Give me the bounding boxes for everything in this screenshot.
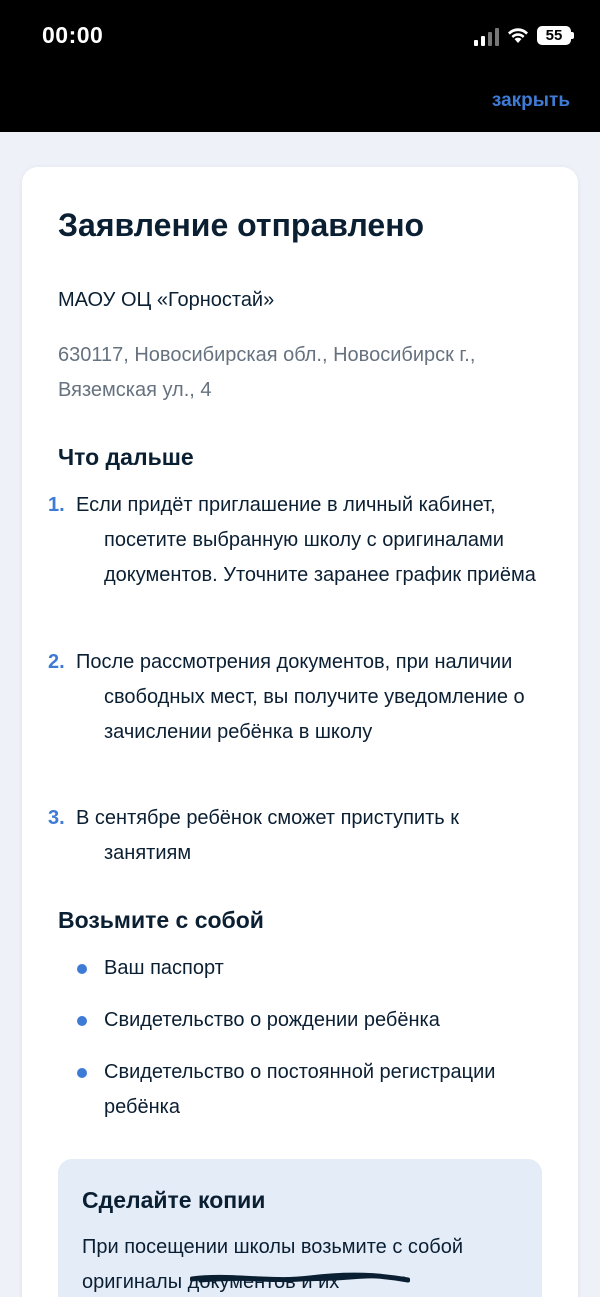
step-number: 1. — [48, 494, 65, 516]
bring-item-text: Свидетельство о постоянной регистрации р… — [104, 1061, 496, 1118]
close-button[interactable]: закрыть — [492, 90, 570, 112]
redaction-scribble — [190, 1272, 410, 1283]
bullet-icon — [77, 964, 87, 974]
step-item: 1. Если придёт приглашение в личный каби… — [48, 488, 540, 593]
signal-icon — [474, 28, 499, 46]
step-text: В сентябре ребёнок сможет приступить к з… — [76, 807, 459, 864]
bring-item-text: Ваш паспорт — [104, 957, 224, 979]
school-name: МАОУ ОЦ «Горностай» — [58, 289, 275, 311]
step-number: 3. — [48, 807, 65, 829]
step-text: Если придёт приглашение в личный кабинет… — [76, 494, 536, 586]
step-item: 2. После рассмотрения документов, при на… — [48, 645, 540, 750]
step-item: 3. В сентябре ребёнок сможет приступить … — [48, 801, 540, 871]
status-bar: 00:00 55 — [0, 0, 600, 132]
bring-list-item: Ваш паспорт — [58, 951, 528, 986]
wifi-icon — [508, 28, 528, 43]
school-address: 630117, Новосибирская обл., Новосибирск … — [58, 344, 476, 401]
bring-list-item: Свидетельство о постоянной регистрации р… — [58, 1055, 528, 1125]
step-number: 2. — [48, 651, 65, 673]
battery-icon: 55 — [537, 26, 571, 45]
bring-list-item: Свидетельство о рождении ребёнка — [58, 1003, 528, 1038]
battery-tip — [571, 32, 574, 39]
bullet-icon — [77, 1068, 87, 1078]
page-title: Заявление отправлено — [58, 207, 425, 243]
step-text: После рассмотрения документов, при налич… — [76, 651, 525, 743]
bullet-icon — [77, 1016, 87, 1026]
status-time: 00:00 — [42, 22, 104, 48]
bring-item-text: Свидетельство о рождении ребёнка — [104, 1009, 440, 1031]
copies-text: При посещении школы возьмите с собой ори… — [82, 1236, 463, 1293]
bring-title: Возьмите с собой — [58, 907, 264, 933]
copies-title: Сделайте копии — [82, 1187, 266, 1213]
next-steps-title: Что дальше — [58, 444, 194, 470]
